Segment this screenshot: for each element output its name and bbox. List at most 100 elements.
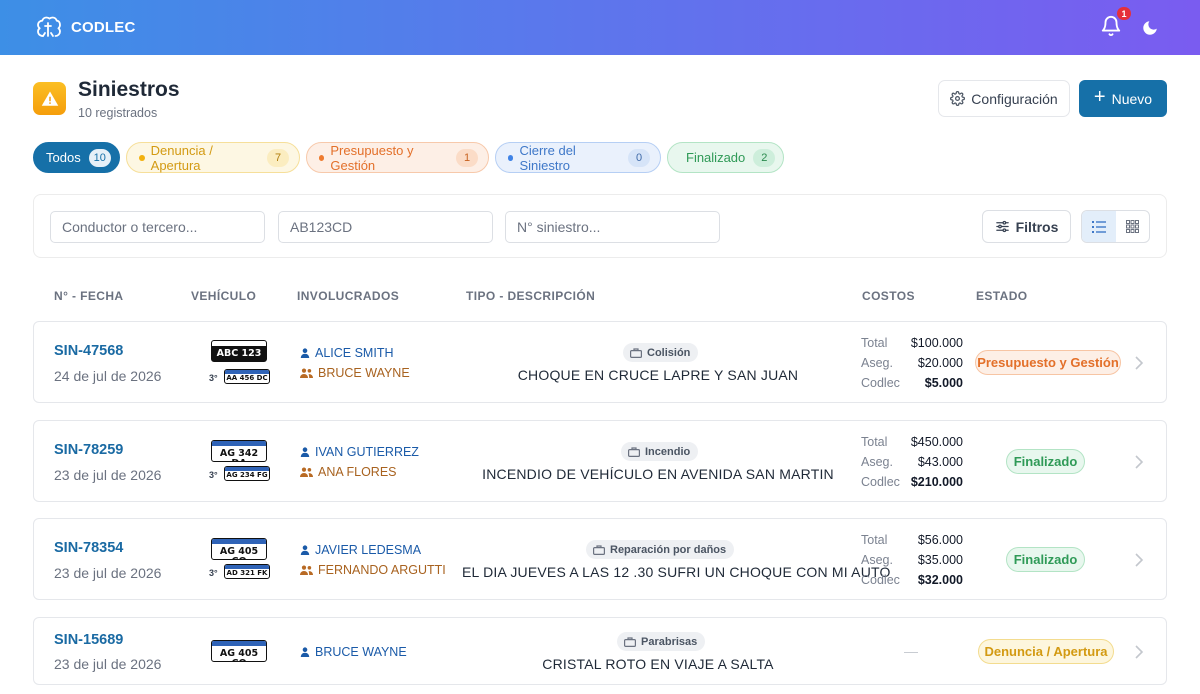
license-plate: AG 342 DA: [211, 440, 267, 462]
claim-number[interactable]: SIN-78259: [54, 442, 123, 458]
table-row[interactable]: SIN-15689 23 de jul de 2026 AG 405 CQ BR…: [33, 617, 1167, 685]
conductor-search-input[interactable]: [50, 211, 265, 243]
claim-number[interactable]: SIN-78354: [54, 540, 123, 556]
status-badge: Denuncia / Apertura: [978, 639, 1114, 664]
configuration-label: Configuración: [971, 90, 1058, 107]
claim-description: CRISTAL ROTO EN VIAJE A SALTA: [542, 656, 774, 672]
tab-finalizado[interactable]: Finalizado 2: [667, 142, 784, 173]
briefcase-icon: [630, 347, 642, 358]
user-icon: [300, 545, 310, 555]
third-party-label: 3°: [209, 373, 218, 383]
filters-button[interactable]: Filtros: [982, 210, 1071, 243]
cost-insurer: $35.000: [917, 553, 963, 567]
record-count: 10 registrados: [78, 106, 158, 120]
status-badge: Finalizado: [1006, 547, 1085, 572]
list-view-button[interactable]: [1082, 211, 1116, 242]
plate-text: AG 405 CQ: [219, 546, 259, 559]
third-party-label: 3°: [209, 470, 218, 480]
chevron-right-icon[interactable]: [1134, 553, 1144, 567]
tab-count: 0: [628, 148, 650, 167]
claim-description: CHOQUE EN CRUCE LAPRE Y SAN JUAN: [517, 367, 799, 383]
claim-type-chip: Reparación por daños: [586, 540, 735, 559]
tab-presupuesto-gestion[interactable]: Presupuesto y Gestión 1: [306, 142, 489, 173]
cost-codlec-label: Codlec: [861, 475, 900, 489]
filter-panel: Filtros: [33, 194, 1167, 258]
cost-total: $450.000: [910, 435, 963, 449]
filters-label: Filtros: [1015, 218, 1059, 235]
claim-date: 23 de jul de 2026: [54, 467, 162, 483]
chevron-right-icon[interactable]: [1134, 356, 1144, 370]
table-row[interactable]: SIN-78354 23 de jul de 2026 AG 405 CQ 3°…: [33, 518, 1167, 600]
involved-third-party: BRUCE WAYNE: [300, 366, 410, 380]
chevron-right-icon[interactable]: [1134, 645, 1144, 659]
license-plate: AG 405 CQ: [211, 538, 267, 560]
users-icon: [300, 368, 313, 378]
cost-total-label: Total: [861, 336, 888, 350]
sliders-icon: [995, 220, 1009, 233]
cost-total: $100.000: [910, 336, 963, 350]
claim-description: INCENDIO DE VEHÍCULO EN AVENIDA SAN MART…: [482, 466, 834, 482]
person-name: ANA FLORES: [318, 465, 397, 479]
table-row[interactable]: SIN-47568 24 de jul de 2026 ABC 123 3° A…: [33, 321, 1167, 403]
tab-label: Denuncia / Apertura: [150, 142, 213, 173]
cost-codlec-label: Codlec: [861, 573, 900, 587]
plate-text: AD 321 FK: [226, 569, 268, 577]
app-name: CODLEC: [71, 19, 136, 36]
grid-view-button[interactable]: [1116, 211, 1150, 242]
plus-icon: +: [1093, 86, 1106, 108]
plate-text: AG 342 DA: [219, 448, 259, 461]
top-bar: CODLEC 1: [0, 0, 1200, 55]
involved-person: JAVIER LEDESMA: [300, 543, 421, 557]
table-row[interactable]: SIN-78259 23 de jul de 2026 AG 342 DA 3°…: [33, 420, 1167, 502]
third-party-plate: AG 234 FG: [224, 466, 270, 481]
involved-person: IVAN GUTIERREZ: [300, 445, 419, 459]
tab-cierre-siniestro[interactable]: Cierre del Siniestro 0: [495, 142, 661, 173]
tab-count: 1: [456, 148, 478, 167]
tab-todos[interactable]: Todos 10: [33, 142, 120, 173]
cost-insurer: $20.000: [917, 356, 963, 370]
cost-codlec-label: Codlec: [861, 376, 900, 390]
configuration-button[interactable]: Configuración: [938, 80, 1070, 117]
cost-insurer: $43.000: [917, 455, 963, 469]
plate-text: ABC 123: [212, 346, 266, 359]
tab-label: Finalizado: [686, 150, 746, 165]
third-party-plate: AD 321 FK: [224, 564, 270, 579]
person-name: BRUCE WAYNE: [318, 366, 410, 380]
new-button[interactable]: + Nuevo: [1079, 80, 1167, 117]
briefcase-icon: [593, 544, 605, 555]
involved-person: BRUCE WAYNE: [300, 645, 407, 659]
claim-number[interactable]: SIN-47568: [54, 343, 123, 359]
no-costs-dash: [904, 652, 918, 653]
claim-number-search-input[interactable]: [505, 211, 720, 243]
status-dot: [139, 154, 145, 161]
notification-count-badge: 1: [1117, 7, 1131, 20]
grid-icon: [1125, 220, 1139, 233]
brand[interactable]: CODLEC: [34, 14, 136, 42]
person-name: ALICE SMITH: [315, 346, 394, 360]
person-name: JAVIER LEDESMA: [315, 543, 422, 557]
claim-type: Parabrisas: [641, 635, 698, 648]
third-party-plate: AA 456 DC: [224, 369, 270, 384]
user-icon: [300, 348, 310, 358]
status-badge: Finalizado: [1006, 449, 1085, 474]
tab-count: 2: [753, 148, 776, 167]
cost-insurer-label: Aseg.: [861, 356, 893, 370]
third-party-label: 3°: [209, 568, 218, 578]
claim-type-chip: Incendio: [621, 442, 699, 461]
user-icon: [300, 447, 310, 457]
chevron-right-icon[interactable]: [1134, 455, 1144, 469]
gear-icon: [950, 91, 966, 106]
moon-icon[interactable]: [1141, 19, 1159, 37]
plate-text: AG 405 CQ: [219, 648, 259, 661]
cost-insurer-label: Aseg.: [861, 455, 893, 469]
claim-type-chip: Parabrisas: [617, 632, 706, 651]
tab-count: 7: [267, 148, 289, 167]
status-dot: [319, 154, 325, 161]
cost-codlec: $5.000: [924, 376, 963, 390]
license-plate: ABC 123: [211, 340, 267, 362]
claim-number[interactable]: SIN-15689: [54, 632, 123, 648]
cost-insurer-label: Aseg.: [861, 553, 893, 567]
tab-denuncia-apertura[interactable]: Denuncia / Apertura 7: [126, 142, 300, 173]
plate-search-input[interactable]: [278, 211, 493, 243]
claim-date: 23 de jul de 2026: [54, 565, 162, 581]
